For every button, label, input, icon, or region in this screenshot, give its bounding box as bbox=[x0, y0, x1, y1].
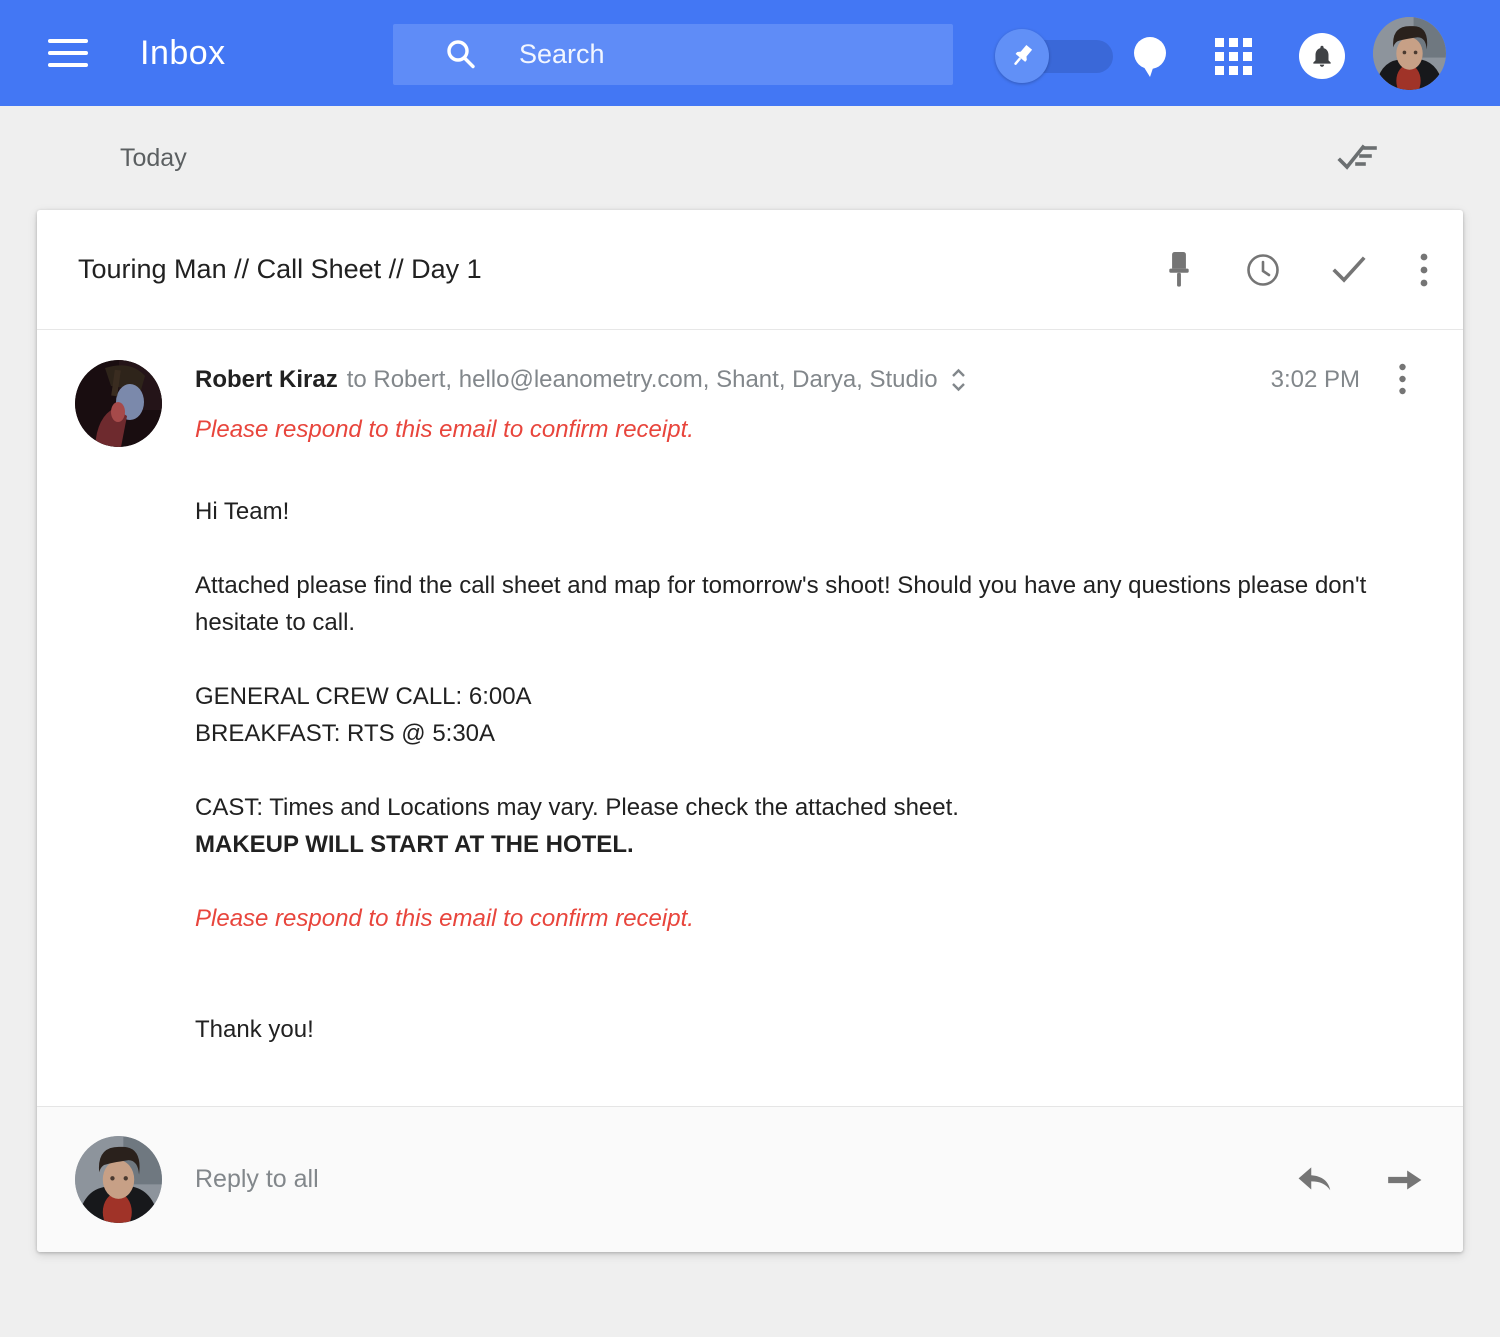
pin-icon bbox=[1007, 41, 1037, 71]
app-header: Inbox bbox=[0, 0, 1500, 106]
hamburger-menu-button[interactable] bbox=[48, 33, 90, 73]
pin-toggle-knob bbox=[995, 29, 1049, 83]
more-vertical-icon bbox=[1417, 251, 1431, 289]
search-bar[interactable] bbox=[393, 24, 953, 85]
confirm-receipt-notice: Please respond to this email to confirm … bbox=[195, 416, 1433, 444]
section-row: Today bbox=[0, 106, 1500, 210]
hamburger-icon bbox=[48, 39, 88, 43]
forward-button[interactable] bbox=[1383, 1162, 1425, 1198]
body-line-bold: MAKEUP WILL START AT THE HOTEL. bbox=[195, 826, 1433, 863]
body-line: CAST: Times and Locations may vary. Plea… bbox=[195, 789, 1433, 826]
body-paragraph: Hi Team! bbox=[195, 493, 1433, 530]
reply-footer[interactable]: Reply to all bbox=[37, 1106, 1463, 1252]
sweep-done-icon bbox=[1334, 138, 1378, 176]
sender-name: Robert Kiraz bbox=[195, 366, 338, 394]
done-check-icon bbox=[1330, 253, 1368, 287]
unfold-more-icon bbox=[950, 367, 967, 393]
apps-grid-icon bbox=[1214, 37, 1254, 77]
page-title: Inbox bbox=[140, 0, 226, 106]
more-options-button[interactable] bbox=[1415, 249, 1433, 291]
account-avatar[interactable] bbox=[1373, 17, 1446, 90]
recipients: to Robert, hello@leanometry.com, Shant, … bbox=[347, 366, 938, 394]
reply-icon bbox=[1297, 1164, 1335, 1196]
footer-actions bbox=[1295, 1162, 1425, 1198]
body-closing: Thank you! bbox=[195, 1011, 1433, 1048]
chat-bubble-button[interactable] bbox=[1128, 34, 1172, 83]
search-icon bbox=[443, 37, 479, 73]
email-card-header: Touring Man // Call Sheet // Day 1 bbox=[37, 210, 1463, 330]
section-label: Today bbox=[120, 144, 187, 173]
reply-button[interactable] bbox=[1295, 1162, 1337, 1198]
sender-avatar-photo bbox=[75, 360, 162, 447]
message-more-button[interactable] bbox=[1394, 360, 1411, 400]
pin-button[interactable] bbox=[1160, 250, 1198, 290]
expand-recipients-button[interactable] bbox=[950, 367, 967, 393]
bell-icon bbox=[1309, 42, 1335, 70]
email-card-actions bbox=[1160, 249, 1433, 291]
reply-to-all-button[interactable]: Reply to all bbox=[195, 1165, 319, 1194]
apps-grid-button[interactable] bbox=[1214, 37, 1254, 80]
more-vertical-icon bbox=[1396, 362, 1409, 398]
forward-icon bbox=[1385, 1164, 1423, 1196]
search-input[interactable] bbox=[519, 39, 919, 70]
pin-toggle[interactable] bbox=[995, 29, 1115, 83]
user-avatar bbox=[75, 1136, 162, 1223]
message-meta-row: Robert Kiraz to Robert, hello@leanometry… bbox=[195, 360, 1433, 400]
notifications-button[interactable] bbox=[1299, 33, 1345, 79]
email-subject: Touring Man // Call Sheet // Day 1 bbox=[78, 254, 1160, 285]
account-avatar-photo bbox=[1373, 17, 1446, 90]
email-message: Robert Kiraz to Robert, hello@leanometry… bbox=[37, 330, 1463, 1106]
mark-done-button[interactable] bbox=[1328, 251, 1370, 289]
message-time: 3:02 PM bbox=[1271, 366, 1360, 394]
message-body: Hi Team! Attached please find the call s… bbox=[195, 493, 1433, 1048]
confirm-receipt-notice: Please respond to this email to confirm … bbox=[195, 900, 1433, 937]
body-line: BREAKFAST: RTS @ 5:30A bbox=[195, 715, 1433, 752]
user-avatar-photo bbox=[75, 1136, 162, 1223]
chat-bubble-icon bbox=[1128, 34, 1172, 80]
pushpin-icon bbox=[1162, 252, 1196, 288]
body-paragraph: CAST: Times and Locations may vary. Plea… bbox=[195, 789, 1433, 863]
body-paragraph: Attached please find the call sheet and … bbox=[195, 567, 1433, 641]
sweep-done-button[interactable] bbox=[1330, 134, 1382, 183]
snooze-clock-icon bbox=[1245, 252, 1281, 288]
sender-avatar bbox=[75, 360, 162, 447]
body-line: GENERAL CREW CALL: 6:00A bbox=[195, 678, 1433, 715]
body-paragraph: GENERAL CREW CALL: 6:00A BREAKFAST: RTS … bbox=[195, 678, 1433, 752]
email-card: Touring Man // Call Sheet // Day 1 bbox=[37, 210, 1463, 1252]
snooze-button[interactable] bbox=[1243, 250, 1283, 290]
